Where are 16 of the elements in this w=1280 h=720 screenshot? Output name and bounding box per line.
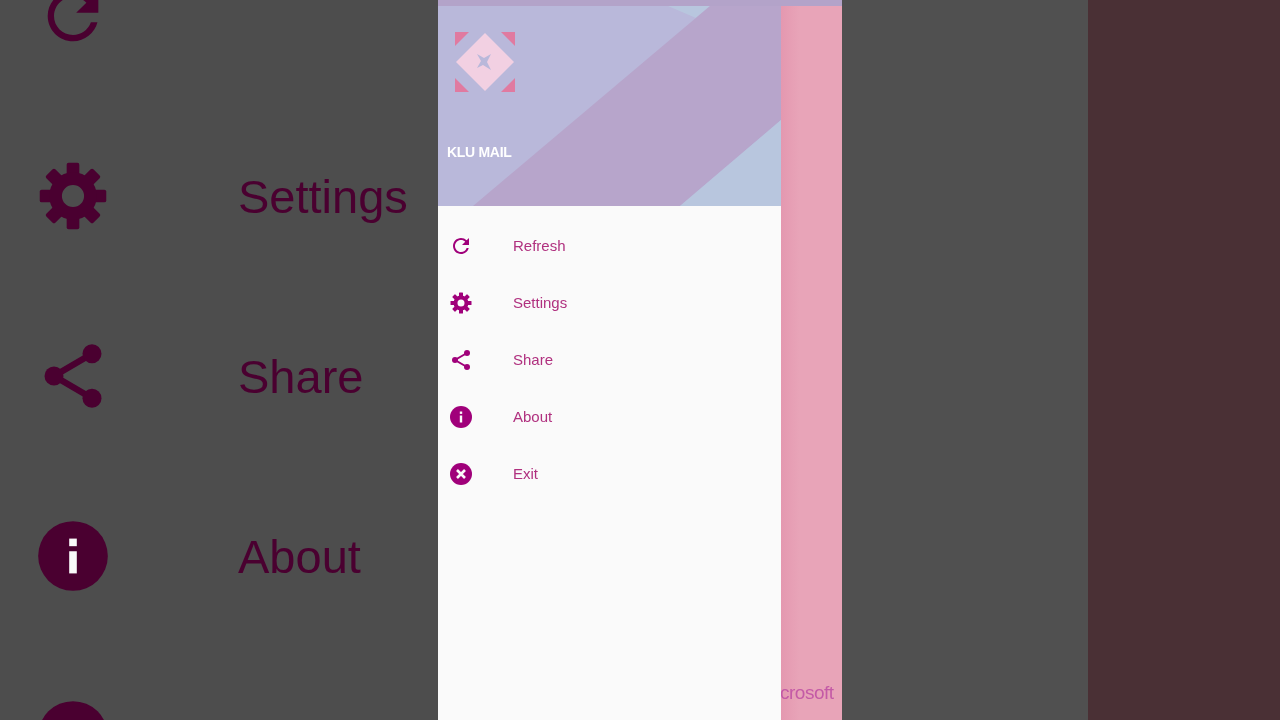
info-icon	[449, 404, 473, 429]
menu-item[interactable]: Refresh	[438, 217, 781, 274]
share-icon	[449, 347, 473, 372]
app-title: KLU MAIL	[447, 144, 513, 160]
menu-label: Settings	[238, 168, 408, 224]
menu-label: About	[238, 528, 361, 584]
menu-item[interactable]: Share	[438, 331, 781, 388]
settings-icon	[449, 290, 473, 315]
info-icon	[35, 518, 111, 594]
brand-text: crosoft	[781, 682, 835, 704]
menu-item[interactable]: Settings	[438, 274, 781, 331]
menu-item[interactable]: About	[438, 388, 781, 445]
menu-item[interactable]: Exit	[438, 445, 781, 502]
menu-label: Share	[238, 348, 364, 404]
close-icon	[449, 461, 473, 486]
logo-icon	[453, 30, 517, 94]
